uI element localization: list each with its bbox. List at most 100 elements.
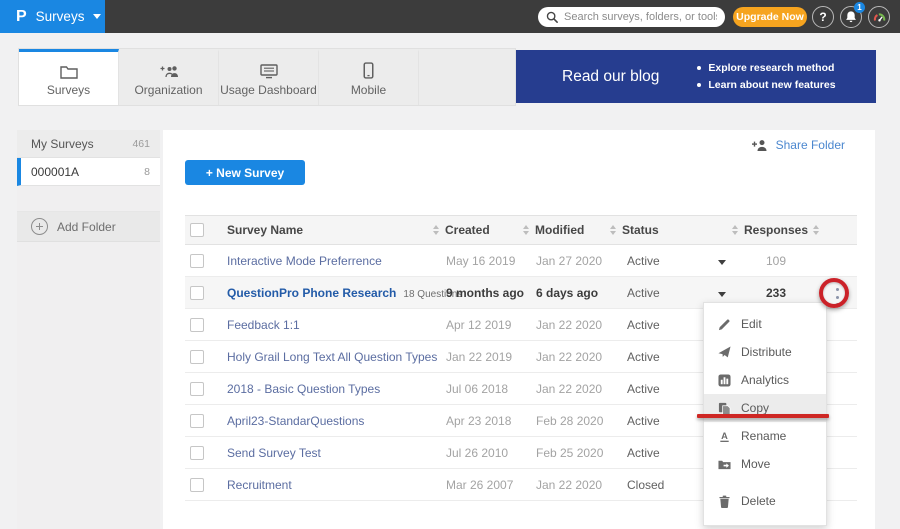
tab-mobile[interactable]: Mobile: [319, 49, 419, 105]
column-status: Status: [622, 223, 659, 237]
status-cell: Active: [623, 382, 701, 396]
sidebar-item-count: 8: [144, 166, 150, 178]
menu-item-distribute[interactable]: Distribute: [704, 338, 826, 366]
modified-cell: Feb 28 2020: [536, 414, 623, 428]
monitor-icon: [260, 61, 278, 79]
tab-label: Usage Dashboard: [220, 83, 317, 97]
chevron-down-icon: [93, 14, 101, 19]
tab-usage-dashboard[interactable]: Usage Dashboard: [219, 49, 319, 105]
survey-name-link[interactable]: QuestionPro Phone Research: [227, 286, 396, 300]
modified-cell: Jan 22 2020: [536, 382, 623, 396]
questionpro-logo-icon: P: [16, 9, 27, 25]
copy-icon: [718, 402, 731, 415]
folder-icon: [60, 61, 78, 79]
folder-move-icon: [718, 458, 731, 471]
column-modified: Modified: [535, 223, 584, 237]
survey-name-link[interactable]: Send Survey Test: [227, 446, 321, 460]
menu-item-analytics[interactable]: Analytics: [704, 366, 826, 394]
row-checkbox[interactable]: [190, 414, 204, 428]
row-checkbox[interactable]: [190, 382, 204, 396]
new-survey-button[interactable]: + New Survey: [185, 160, 305, 185]
trash-icon: [718, 495, 731, 508]
column-created: Created: [445, 223, 490, 237]
row-checkbox[interactable]: [190, 318, 204, 332]
annotation-red-circle: [819, 278, 849, 308]
select-all-checkbox[interactable]: [190, 223, 204, 237]
status-cell: Active: [623, 286, 701, 300]
column-survey-name: Survey Name: [227, 223, 446, 237]
survey-name-link[interactable]: Feedback 1:1: [227, 318, 300, 332]
status-cell: Active: [623, 446, 701, 460]
pencil-icon: [718, 318, 731, 331]
survey-name-link[interactable]: Holy Grail Long Text All Question Types: [227, 350, 437, 364]
tab-organization[interactable]: Organization: [119, 49, 219, 105]
sidebar-item-label: 000001A: [31, 165, 79, 179]
menu-item-move[interactable]: Move: [704, 450, 826, 478]
row-checkbox[interactable]: [190, 478, 204, 492]
created-cell: Apr 23 2018: [446, 414, 536, 428]
blog-banner[interactable]: Read our blog Explore research method Le…: [516, 50, 876, 103]
tab-label: Organization: [134, 83, 202, 97]
upgrade-now-button[interactable]: Upgrade Now: [733, 7, 807, 27]
banner-bullet: Learn about new features: [697, 79, 835, 91]
row-checkbox[interactable]: [190, 286, 204, 300]
share-folder-link[interactable]: Share Folder: [752, 138, 845, 152]
status-cell: Active: [623, 414, 701, 428]
sidebar-spacer: [17, 186, 160, 212]
banner-bullets: Explore research method Learn about new …: [697, 62, 835, 91]
created-cell: Apr 12 2019: [446, 318, 536, 332]
modified-cell: Jan 22 2020: [536, 478, 623, 492]
sidebar-item-000001A[interactable]: 000001A 8: [17, 158, 160, 186]
created-cell: Mar 26 2007: [446, 478, 536, 492]
sort-modified-icon[interactable]: [523, 225, 530, 235]
row-checkbox[interactable]: [190, 350, 204, 364]
sort-responses-icon[interactable]: [813, 225, 820, 235]
banner-title: Read our blog: [562, 68, 659, 86]
bullet-dot-icon: [697, 83, 701, 87]
sort-created-icon[interactable]: [433, 225, 440, 235]
tab-surveys[interactable]: Surveys: [19, 49, 119, 105]
created-cell: Jan 22 2019: [446, 350, 536, 364]
module-tabs: Surveys Organization Usage Dashboard: [18, 48, 516, 106]
product-menu-label: Surveys: [36, 9, 85, 24]
modified-cell: Jan 22 2020: [536, 318, 623, 332]
survey-name-link[interactable]: Interactive Mode Preferrence: [227, 254, 382, 268]
tab-label: Mobile: [351, 83, 386, 97]
paper-plane-icon: [718, 346, 731, 359]
sort-responses-icon[interactable]: [732, 225, 739, 235]
banner-bullet: Explore research method: [697, 62, 835, 74]
search-icon: [546, 11, 558, 23]
status-dropdown-caret[interactable]: [718, 292, 726, 297]
table-header-row: Survey Name Created Modified Status Resp…: [185, 215, 857, 245]
survey-name-link[interactable]: Recruitment: [227, 478, 292, 492]
question-mark-icon: ?: [819, 10, 826, 24]
row-checkbox[interactable]: [190, 446, 204, 460]
sort-status-icon[interactable]: [610, 225, 617, 235]
table-row: Interactive Mode Preferrence May 16 2019…: [185, 245, 857, 277]
survey-name-link[interactable]: April23-StandarQuestions: [227, 414, 364, 428]
sidebar-item-my-surveys[interactable]: My Surveys 461: [17, 130, 160, 158]
product-switcher[interactable]: P Surveys: [0, 0, 105, 33]
menu-item-rename[interactable]: A Rename: [704, 422, 826, 450]
help-button[interactable]: ?: [812, 6, 834, 28]
menu-item-delete[interactable]: Delete: [704, 487, 826, 515]
menu-item-edit[interactable]: Edit: [704, 310, 826, 338]
sidebar-item-label: My Surveys: [31, 137, 94, 151]
search-input[interactable]: [564, 11, 717, 23]
status-cell: Active: [623, 350, 701, 364]
modified-cell: Jan 22 2020: [536, 350, 623, 364]
status-cell: Active: [623, 254, 701, 268]
survey-name-link[interactable]: 2018 - Basic Question Types: [227, 382, 380, 396]
created-cell: May 16 2019: [446, 254, 536, 268]
add-folder-button[interactable]: Add Folder: [17, 212, 160, 242]
usage-meter-button[interactable]: [868, 6, 890, 28]
bar-chart-icon: [718, 374, 731, 387]
plus-circle-icon: [31, 218, 48, 235]
row-checkbox[interactable]: [190, 254, 204, 268]
add-people-icon: [159, 61, 179, 79]
annotation-red-underline: [697, 414, 829, 418]
status-dropdown-caret[interactable]: [718, 260, 726, 265]
created-cell: Jul 26 2010: [446, 446, 536, 460]
global-search: [538, 7, 725, 27]
created-cell: 9 months ago: [446, 286, 536, 300]
